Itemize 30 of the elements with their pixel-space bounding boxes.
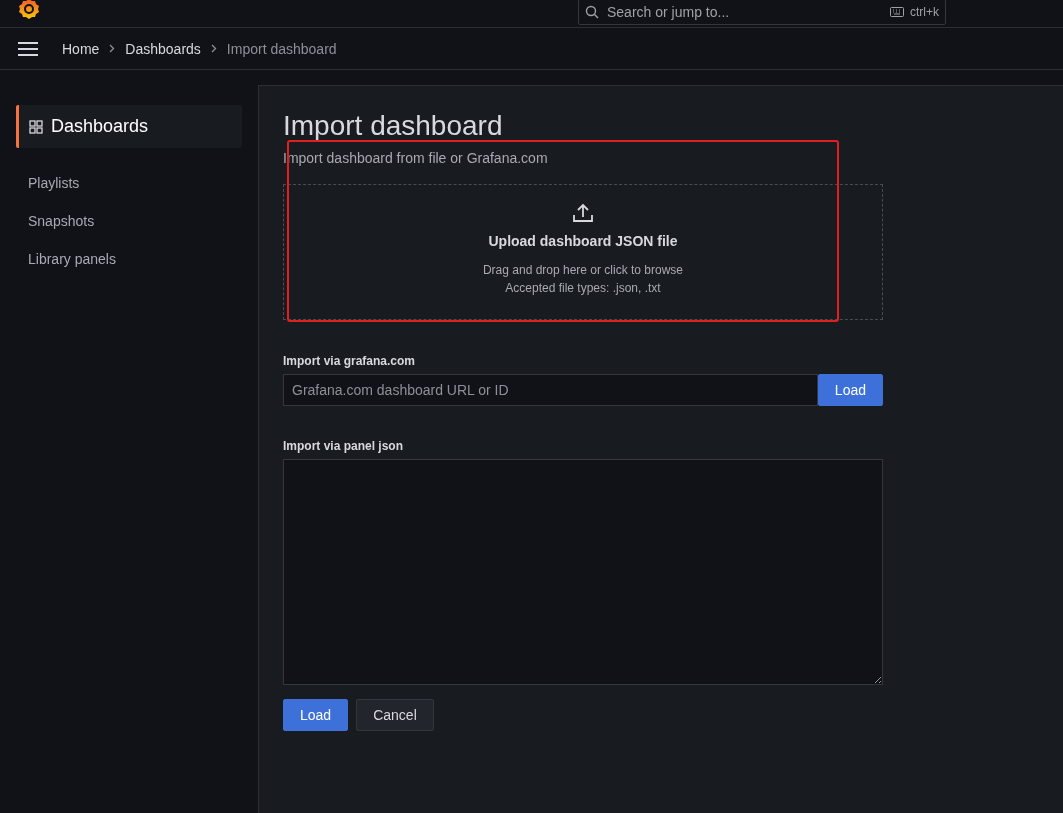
sidebar-item[interactable]: Playlists: [16, 164, 242, 202]
panel-json-field[interactable]: [283, 459, 883, 685]
upload-dropzone[interactable]: Upload dashboard JSON file Drag and drop here or click to browse Accepted file types: .json, .txt: [283, 184, 883, 320]
cancel-button[interactable]: Cancel: [356, 699, 434, 731]
breadcrumb-link[interactable]: Home: [62, 40, 100, 57]
upload-icon: [572, 203, 594, 223]
page-title: Import dashboard: [283, 110, 504, 142]
sidebar-item[interactable]: Dashboards: [16, 105, 242, 148]
load-button[interactable]: Load: [283, 699, 349, 731]
shortcut-hint: ctrl+k: [910, 5, 939, 19]
load-button[interactable]: Load: [817, 374, 883, 406]
search-field[interactable]: Search or jump to...: [605, 3, 884, 21]
menu-icon[interactable]: [18, 41, 38, 56]
grid-icon: [29, 119, 43, 134]
breadcrumb-link[interactable]: Dashboards: [125, 40, 201, 57]
search-icon: [585, 5, 599, 19]
sidebar-item[interactable]: Snapshots: [16, 202, 242, 240]
search-bar[interactable]: Search or jump to... ctrl+k: [578, 0, 946, 25]
chevron-icon: [210, 44, 217, 53]
dashboard-url-field[interactable]: Grafana.com dashboard URL or ID: [283, 374, 818, 406]
sidebar-item[interactable]: Library panels: [16, 240, 242, 278]
upload-hint: Drag and drop here or click to browse: [482, 263, 684, 277]
logo-icon[interactable]: [18, 0, 40, 20]
field-label: Import via grafana.com: [283, 354, 417, 368]
breadcrumb-link[interactable]: Import dashboard: [226, 40, 337, 57]
field-label: Import via panel json: [283, 439, 405, 453]
keyboard-icon: [890, 7, 904, 17]
file-types-note: Accepted file types: .json, .txt: [505, 281, 661, 295]
chevron-icon: [109, 44, 116, 53]
upload-title: Upload dashboard JSON file: [488, 233, 678, 249]
